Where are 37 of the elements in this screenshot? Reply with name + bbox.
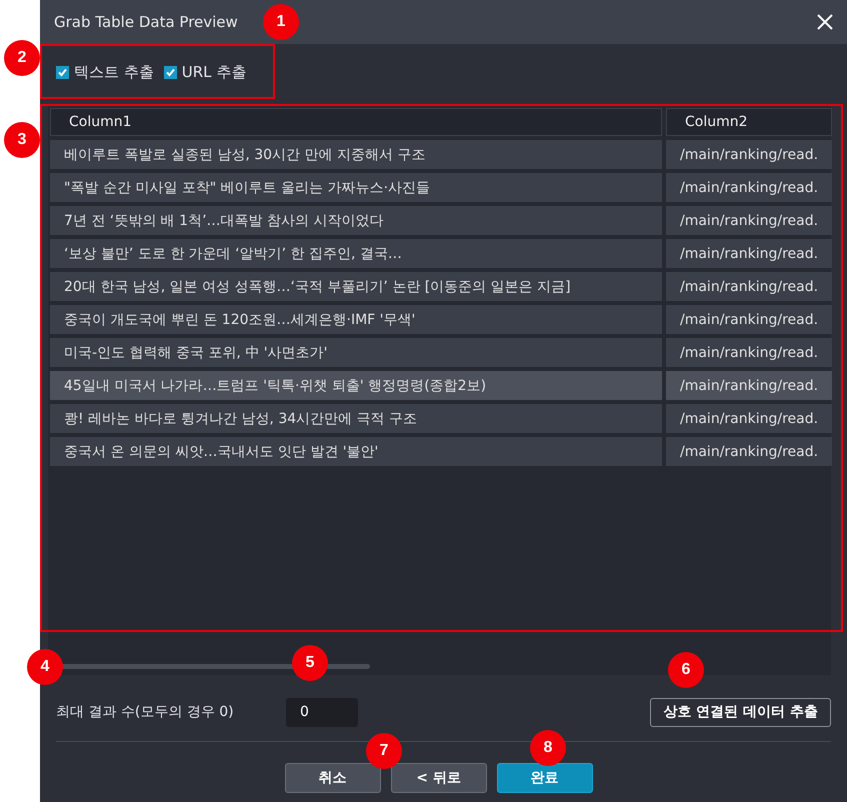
dialog-button[interactable]: < 뒤로 — [390, 763, 486, 793]
table-cell[interactable]: /main/ranking/read. — [666, 272, 832, 301]
table-cell[interactable]: /main/ranking/read. — [666, 338, 832, 367]
close-icon[interactable] — [817, 14, 833, 30]
table-cell[interactable]: /main/ranking/read. — [666, 437, 832, 466]
checkbox-option[interactable]: 텍스트 추출 — [56, 62, 154, 82]
finish-button[interactable]: 완료 — [496, 763, 592, 793]
table-cell[interactable]: /main/ranking/read. — [666, 371, 832, 400]
table-cell[interactable]: "폭발 순간 미사일 포착" 베이루트 울리는 가짜뉴스·사진들 — [50, 173, 662, 202]
callout-tooltip: 2 — [4, 40, 40, 76]
callout-tooltip: 3 — [4, 122, 40, 158]
table-cell[interactable]: 베이루트 폭발로 실종된 남성, 30시간 만에 지중해서 구조 — [50, 140, 662, 169]
extract-linked-data-button[interactable]: 상호 연결된 데이터 추출 — [650, 698, 831, 726]
table-cell[interactable]: 7년 전 ‘뜻밖의 배 1척’…대폭발 참사의 시작이었다 — [50, 206, 662, 235]
table-cell[interactable]: 중국서 온 의문의 씨앗…국내서도 잇단 발견 '불안' — [50, 437, 662, 466]
table-cell[interactable]: /main/ranking/read. — [666, 173, 832, 202]
table-cell[interactable]: 45일내 미국서 나가라…트럼프 '틱톡·위챗 퇴출' 행정명령(종합2보) — [50, 371, 662, 400]
checkbox[interactable] — [164, 66, 177, 78]
column-header[interactable]: Column2 — [666, 108, 832, 136]
table-cell[interactable]: 중국이 개도국에 뿌린 돈 120조원…세계은행·IMF '무색' — [50, 305, 662, 334]
table-cell[interactable]: 20대 한국 남성, 일본 여성 성폭행…‘국적 부풀리기’ 논란 [이동준의 일본은 지금] — [50, 272, 662, 301]
max-results-field[interactable]: 0 — [286, 698, 358, 726]
max-results-label: 최대 결과 수(모두의 경우 0) — [56, 703, 235, 721]
dialog-button[interactable]: 취소 — [284, 763, 380, 793]
table-cell[interactable]: /main/ranking/read. — [666, 305, 832, 334]
table-cell[interactable]: /main/ranking/read. — [666, 404, 832, 433]
callout-tooltip: 4 — [27, 649, 63, 685]
checkbox[interactable] — [56, 66, 69, 78]
window-title: Grab Table Data Preview — [54, 13, 238, 31]
table-cell[interactable]: /main/ranking/read. — [666, 140, 832, 169]
table-cell[interactable]: 쾅! 레바논 바다로 튕겨나간 남성, 34시간만에 극적 구조 — [50, 404, 662, 433]
table-cell[interactable]: ‘보상 불만’ 도로 한 가운데 ‘알박기’ 한 집주인, 결국… — [50, 239, 662, 268]
column-header[interactable]: Column1 — [50, 108, 662, 136]
checkbox-option[interactable]: URL 추출 — [164, 62, 246, 82]
table-cell[interactable]: /main/ranking/read. — [666, 206, 832, 235]
table-cell[interactable]: 미국-인도 협력해 중국 포위, 中 '사면초가' — [50, 338, 662, 367]
table-cell[interactable]: /main/ranking/read. — [666, 239, 832, 268]
